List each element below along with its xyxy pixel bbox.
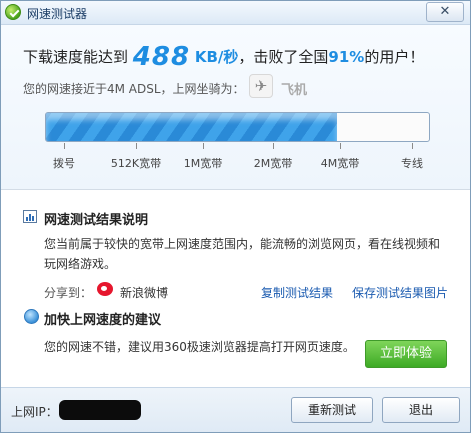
result-panel: 下载速度能达到 488 KB/秒，击败了全国91%的用户！ 您的网速接近于4M … [1,25,470,189]
app-logo-icon [5,4,21,20]
explanation-text: 您当前属于较快的宽带上网速度范围内，能流畅的浏览网页，看在线视频和玩网络游戏。 [44,237,441,271]
scale-tick-label: 1M宽带 [183,157,223,170]
headline-middle: ，击败了全国 [238,48,329,66]
speed-headline: 下载速度能达到 488 KB/秒，击败了全国91%的用户！ [23,42,424,72]
suggestion-title: 加快上网速度的建议 [44,313,162,328]
speed-unit: KB/秒 [194,48,239,66]
speed-bar [45,112,430,142]
scale-tick-label: 512K宽带 [110,157,162,170]
footer-bar: 上网IP： 重新测试 退出 [1,387,470,432]
suggestion-text: 您的网速不错，建议用360极速浏览器提高打开网页速度。 [44,340,355,354]
beat-percent: 91% [328,48,365,66]
speed-bar-fill [46,113,338,141]
save-result-image-link[interactable]: 保存测试结果图片 [352,284,448,301]
bubble-icon [24,309,39,324]
scale-tick-label: 4M宽带 [320,157,360,170]
try-now-button[interactable]: 立即体验 [365,340,447,368]
vehicle-label: 飞机 [281,83,308,98]
scale-tick-label: 专线 [401,157,423,170]
scale-tick-label: 拨号 [53,157,75,170]
chart-icon [23,210,37,223]
speed-comparison: 您的网速接近于4M ADSL，上网坐骑为： [23,82,245,96]
headline-suffix: 的用户！ [364,48,425,66]
window-title: 网速测试器 [27,7,88,21]
scale-tick-mark [273,143,274,149]
close-button[interactable]: ✕ [426,2,464,22]
scale-tick-mark [136,143,137,149]
share-label: 分享到： [44,286,93,300]
headline-prefix: 下载速度能达到 [23,48,129,66]
exit-button[interactable]: 退出 [382,397,460,423]
copy-result-link[interactable]: 复制测试结果 [261,284,333,301]
ip-redacted [59,400,141,420]
scale-tick-mark [412,143,413,149]
speed-test-window: 网速测试器 ✕ 下载速度能达到 488 KB/秒，击败了全国91%的用户！ 您的… [0,0,471,433]
title-bar: 网速测试器 ✕ [1,1,470,25]
ip-label: 上网IP： [11,405,58,419]
divider [1,189,470,190]
speed-value: 488 [132,42,191,72]
share-weibo-link[interactable]: 新浪微博 [120,284,168,301]
scale-tick-mark [64,143,65,149]
scale-tick-mark [340,143,341,149]
explanation-title: 网速测试结果说明 [44,213,149,228]
retest-button[interactable]: 重新测试 [291,397,373,423]
scale-tick-label: 2M宽带 [253,157,293,170]
weibo-icon[interactable] [97,282,113,296]
scale-tick-mark [203,143,204,149]
airplane-icon: ✈ [249,74,273,98]
